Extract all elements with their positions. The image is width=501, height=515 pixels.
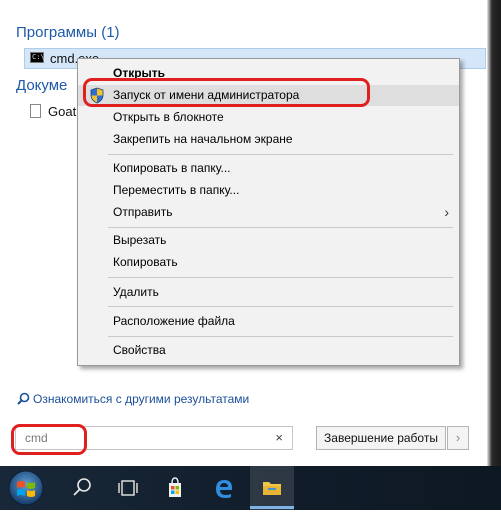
edge-icon[interactable] — [202, 466, 246, 510]
more-results-link[interactable]: Ознакомиться с другими результатами — [17, 392, 249, 408]
chevron-right-icon: › — [444, 204, 449, 220]
context-menu: Открыть Запуск от имени администратора О… — [77, 58, 460, 366]
menu-item-delete[interactable]: Удалить — [78, 282, 459, 303]
menu-item-label: Удалить — [113, 285, 159, 299]
menu-item-copy-to-folder[interactable]: Копировать в папку... — [78, 158, 459, 179]
menu-item-label: Копировать в папку... — [113, 161, 231, 175]
more-results-label: Ознакомиться с другими результатами — [33, 392, 250, 406]
menu-item-label: Закрепить на начальном экране — [113, 132, 293, 146]
menu-item-move-to-folder[interactable]: Переместить в папку... — [78, 180, 459, 201]
document-file-icon — [30, 104, 41, 118]
windows-start-orb-icon[interactable] — [4, 468, 48, 508]
menu-item-label: Открыть — [113, 66, 166, 80]
cmd-icon: C:\ — [30, 52, 45, 63]
task-view-icon[interactable] — [106, 466, 150, 510]
menu-item-pin-to-start[interactable]: Закрепить на начальном экране — [78, 129, 459, 150]
store-icon[interactable] — [153, 466, 197, 510]
menu-item-properties[interactable]: Свойства — [78, 340, 459, 361]
menu-separator — [108, 277, 453, 278]
shutdown-button[interactable]: Завершение работы — [316, 426, 446, 450]
programs-header: Программы (1) — [16, 24, 120, 41]
taskbar-search-icon[interactable] — [60, 466, 104, 510]
documents-header: Докуме — [16, 77, 68, 94]
menu-item-open[interactable]: Открыть — [78, 63, 459, 84]
menu-separator — [108, 336, 453, 337]
document-result-label[interactable]: Goat — [48, 104, 76, 119]
menu-item-label: Свойства — [113, 343, 166, 357]
menu-separator — [108, 227, 453, 228]
search-input-value: cmd — [25, 431, 48, 445]
search-input[interactable]: cmd × — [15, 426, 293, 450]
menu-item-file-location[interactable]: Расположение файла — [78, 311, 459, 332]
menu-item-label: Расположение файла — [113, 314, 235, 328]
menu-item-run-as-admin[interactable]: Запуск от имени администратора — [78, 85, 459, 106]
menu-item-label: Отправить — [113, 205, 173, 219]
menu-separator — [108, 154, 453, 155]
search-icon — [17, 392, 30, 408]
menu-separator — [108, 306, 453, 307]
menu-item-open-in-notepad[interactable]: Открыть в блокноте — [78, 107, 459, 128]
uac-shield-icon — [90, 87, 104, 104]
menu-item-copy[interactable]: Копировать — [78, 252, 459, 273]
shutdown-options-button[interactable]: › — [447, 426, 469, 450]
menu-item-label: Открыть в блокноте — [113, 110, 224, 124]
menu-item-label: Копировать — [113, 255, 178, 269]
menu-item-label: Вырезать — [113, 233, 167, 247]
window-edge — [487, 0, 501, 466]
menu-item-label: Переместить в папку... — [113, 183, 240, 197]
menu-item-cut[interactable]: Вырезать — [78, 230, 459, 251]
running-indicator — [250, 506, 294, 509]
menu-item-label: Запуск от имени администратора — [113, 88, 300, 102]
clear-search-button[interactable]: × — [275, 430, 283, 445]
file-explorer-icon[interactable] — [250, 466, 294, 510]
taskbar — [0, 466, 501, 510]
menu-item-send-to[interactable]: Отправить › — [78, 202, 459, 223]
